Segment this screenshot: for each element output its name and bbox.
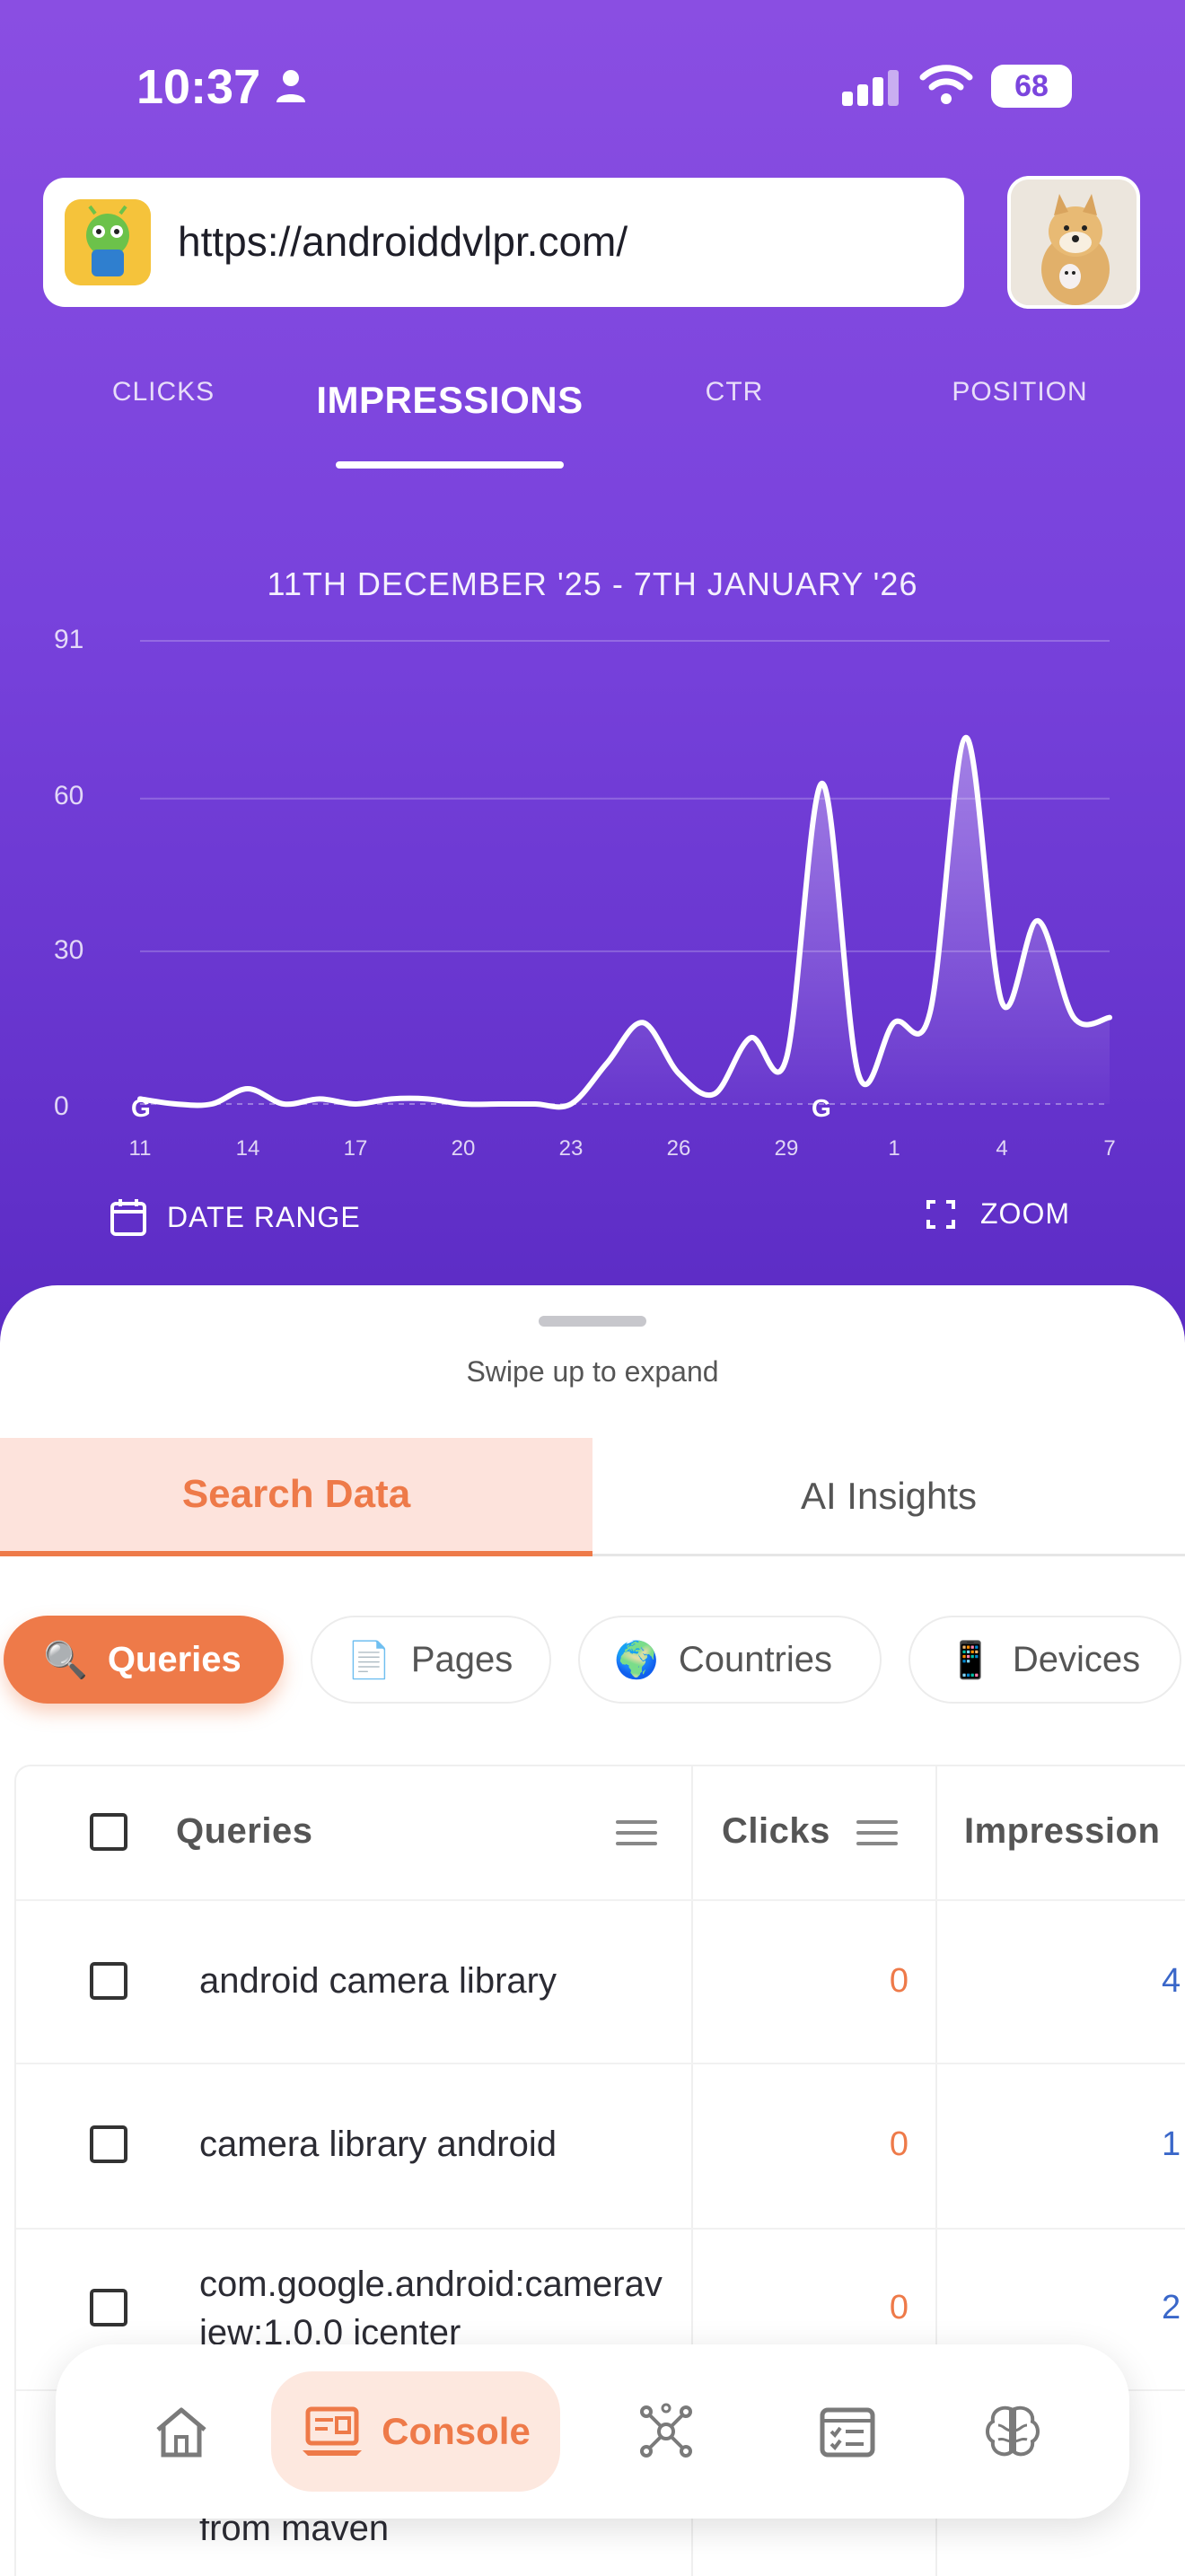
data-point[interactable] <box>1104 1012 1115 1023</box>
query-cell[interactable]: camera library android <box>199 2120 666 2169</box>
impressions-chart[interactable]: G G <box>0 0 1185 1185</box>
nav-console[interactable]: Console <box>271 2371 560 2492</box>
impressions-cell: 1 <box>1162 2125 1181 2163</box>
query-cell[interactable]: android camera library <box>199 1957 666 2005</box>
header-queries[interactable]: Queries <box>176 1811 312 1852</box>
data-point[interactable] <box>494 1099 505 1109</box>
nav-reports[interactable] <box>794 2371 901 2492</box>
data-point[interactable] <box>601 1058 612 1069</box>
page-icon: 📄 <box>347 1640 391 1680</box>
phone-icon: 📱 <box>948 1640 993 1680</box>
row-checkbox[interactable] <box>90 1962 127 2000</box>
checklist-icon <box>820 2407 875 2458</box>
column-menu-icon[interactable] <box>616 1820 657 1845</box>
data-point[interactable] <box>709 1089 720 1100</box>
data-point[interactable] <box>242 1083 253 1094</box>
zoom-label: ZOOM <box>980 1197 1070 1230</box>
chip-label: Pages <box>410 1639 514 1679</box>
nav-console-label: Console <box>382 2410 531 2452</box>
brain-icon <box>986 2405 1040 2457</box>
chip-countries[interactable]: 🌍 Countries <box>578 1616 882 1704</box>
impressions-cell: 2 <box>1162 2289 1181 2326</box>
date-range-button[interactable]: DATE RANGE <box>110 1197 361 1237</box>
nav-ai[interactable] <box>959 2371 1066 2492</box>
header-clicks[interactable]: Clicks <box>722 1811 830 1852</box>
data-point[interactable] <box>206 1099 217 1109</box>
swipe-hint: Swipe up to expand <box>466 1355 719 1388</box>
row-divider <box>16 1899 1185 1901</box>
tab-ai-insights[interactable]: AI Insights <box>592 1438 1185 1556</box>
nav-home[interactable] <box>127 2371 235 2492</box>
network-icon <box>640 2403 692 2458</box>
clicks-cell: 0 <box>889 2125 908 2163</box>
chip-pages[interactable]: 📄 Pages <box>311 1616 551 1704</box>
date-range-label: DATE RANGE <box>167 1200 361 1233</box>
column-menu-icon[interactable] <box>856 1820 898 1845</box>
data-point[interactable] <box>961 732 971 743</box>
data-point[interactable] <box>925 1007 935 1018</box>
clicks-cell: 0 <box>889 2289 908 2326</box>
data-point[interactable] <box>171 1099 181 1109</box>
query-cell[interactable]: com.google.android:cameraview:1.0.0 icen… <box>199 2260 666 2357</box>
annotation-marker: G <box>131 1094 151 1122</box>
data-point[interactable] <box>386 1093 397 1104</box>
data-point[interactable] <box>1032 916 1043 926</box>
sheet-drag-handle[interactable] <box>539 1316 646 1327</box>
data-point[interactable] <box>458 1099 469 1109</box>
header-impressions[interactable]: Impression <box>964 1811 1160 1852</box>
impressions-cell: 4 <box>1162 1962 1181 2000</box>
data-point[interactable] <box>745 1032 756 1043</box>
select-all-checkbox[interactable] <box>90 1813 127 1851</box>
data-point[interactable] <box>996 997 1007 1008</box>
calendar-icon <box>110 1199 146 1236</box>
row-divider <box>16 2063 1185 2064</box>
data-point[interactable] <box>566 1099 576 1109</box>
data-point[interactable] <box>781 1053 792 1064</box>
annotation-marker: G <box>812 1094 831 1122</box>
data-point[interactable] <box>1068 1012 1079 1023</box>
data-point[interactable] <box>314 1093 325 1104</box>
zoom-button[interactable]: ZOOM <box>926 1197 1070 1231</box>
console-icon <box>303 2406 363 2456</box>
data-point[interactable] <box>422 1093 433 1104</box>
data-point[interactable] <box>530 1099 540 1109</box>
magnifier-icon: 🔍 <box>43 1640 88 1680</box>
fullscreen-icon <box>926 1199 955 1229</box>
clicks-cell: 0 <box>889 1962 908 2000</box>
nav-network[interactable] <box>612 2371 720 2492</box>
chip-label: Queries <box>107 1639 241 1679</box>
chip-queries[interactable]: 🔍 Queries <box>4 1616 284 1704</box>
data-point[interactable] <box>278 1099 289 1109</box>
chip-label: Devices <box>1012 1639 1141 1679</box>
data-point[interactable] <box>853 1068 864 1079</box>
row-checkbox[interactable] <box>90 2125 127 2163</box>
tab-search-data[interactable]: Search Data <box>0 1438 592 1556</box>
data-point[interactable] <box>673 1068 684 1079</box>
data-point[interactable] <box>889 1017 900 1028</box>
chip-label: Countries <box>678 1639 833 1679</box>
chart-area-fill <box>140 737 1110 1108</box>
data-point[interactable] <box>817 778 828 789</box>
globe-icon: 🌍 <box>614 1640 659 1680</box>
bottom-nav: Console <box>56 2344 1129 2519</box>
data-point[interactable] <box>350 1099 361 1109</box>
row-checkbox[interactable] <box>90 2289 127 2326</box>
data-point[interactable] <box>637 1017 648 1028</box>
row-divider <box>16 2228 1185 2230</box>
chip-devices[interactable]: 📱 Devices <box>908 1616 1181 1704</box>
home-icon <box>156 2407 206 2458</box>
